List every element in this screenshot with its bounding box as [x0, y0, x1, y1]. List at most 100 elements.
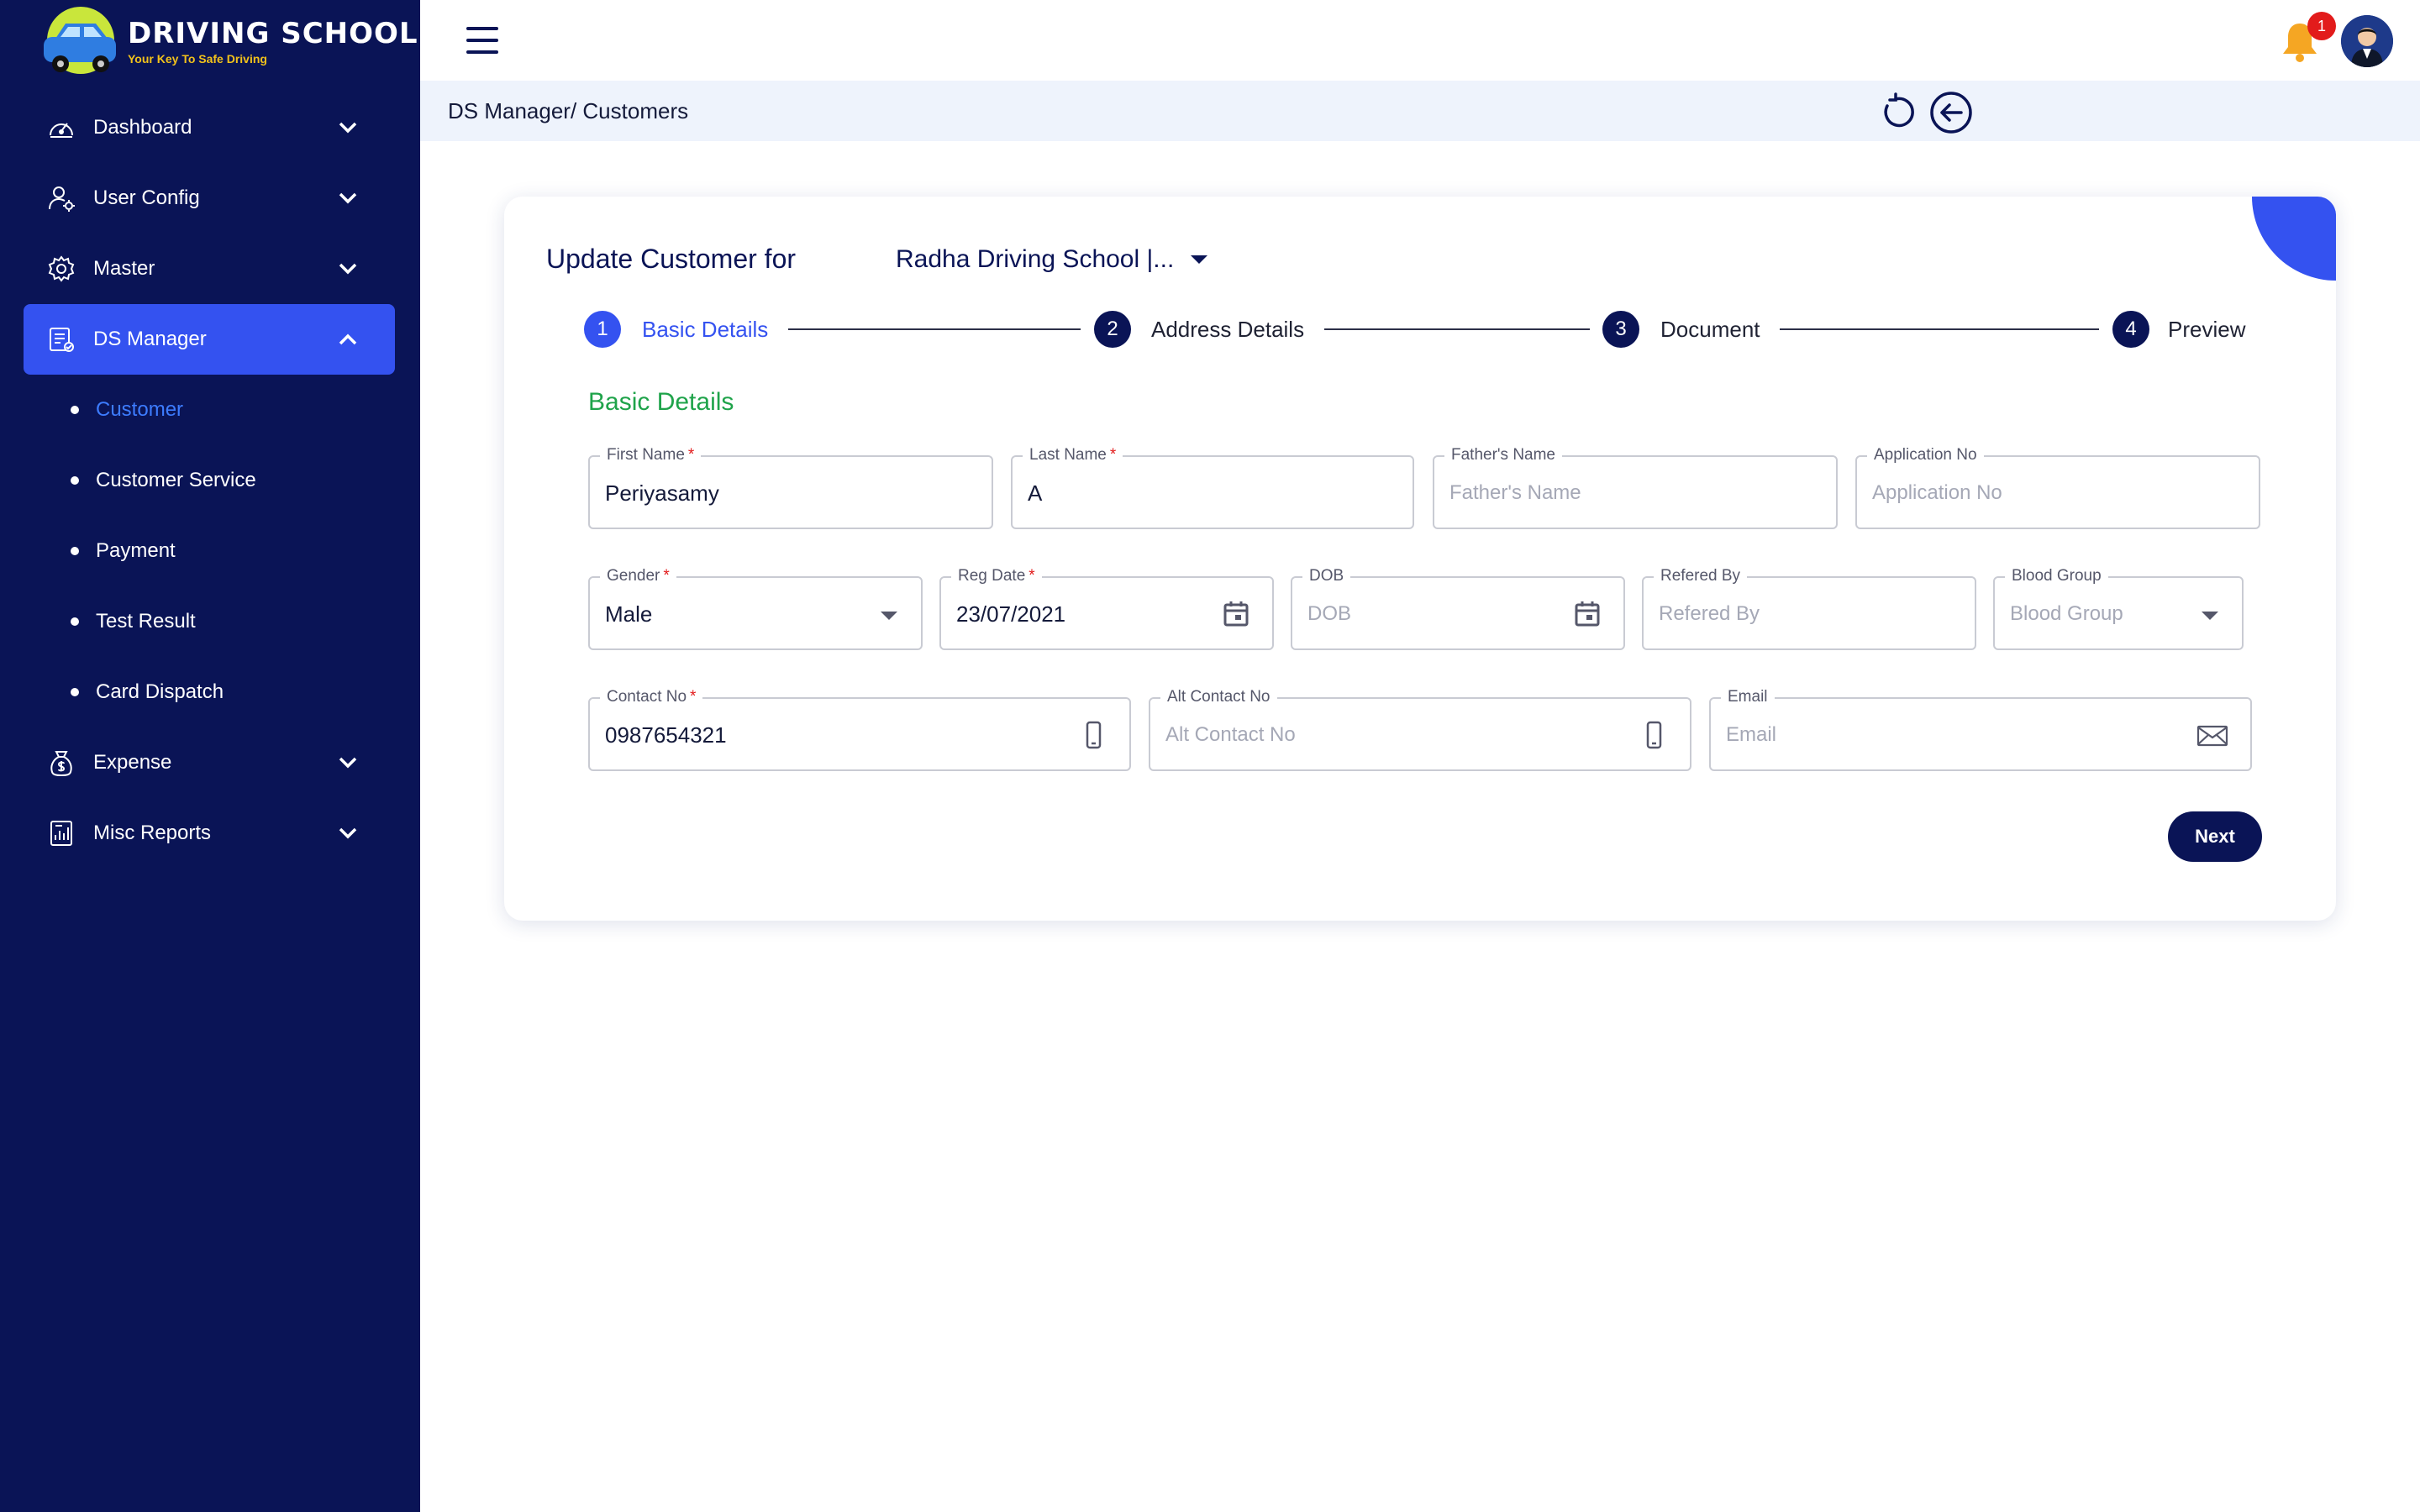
section-title: Basic Details: [588, 388, 734, 416]
email-input[interactable]: Email: [1726, 699, 1776, 771]
caret-down-icon: [2202, 612, 2218, 620]
refered-by-field[interactable]: Refered By Refered By: [1642, 566, 1976, 650]
step-2-label[interactable]: Address Details: [1151, 311, 1304, 348]
contact-no-field[interactable]: Contact No * 0987654321: [588, 687, 1131, 771]
calendar-icon[interactable]: [1222, 600, 1250, 628]
step-4-label[interactable]: Preview: [2168, 311, 2245, 348]
reg-date-field[interactable]: Reg Date * 23/07/2021: [939, 566, 1274, 650]
gear-icon: [48, 255, 75, 282]
back-arrow-icon[interactable]: [1929, 91, 1973, 134]
chevron-up-icon: [339, 333, 357, 345]
notification-badge: 1: [2307, 12, 2336, 40]
application-no-field[interactable]: Application No Application No: [1855, 445, 2260, 529]
last-name-input[interactable]: A: [1028, 457, 1042, 529]
first-name-input[interactable]: Periyasamy: [605, 457, 719, 529]
mobile-phone-icon: [1086, 721, 1102, 749]
next-button[interactable]: Next: [2168, 811, 2262, 862]
gender-select[interactable]: Gender * Male: [588, 566, 923, 650]
envelope-icon: [2196, 725, 2228, 747]
hamburger-menu-icon[interactable]: [466, 25, 499, 55]
step-4-number[interactable]: 4: [2112, 311, 2149, 348]
contact-no-input[interactable]: 0987654321: [605, 699, 727, 771]
sidebar-subitem-card-dispatch[interactable]: Card Dispatch: [71, 667, 224, 717]
dob-field[interactable]: DOB DOB: [1291, 566, 1625, 650]
step-3-label[interactable]: Document: [1660, 311, 1760, 348]
reg-date-input[interactable]: 23/07/2021: [956, 578, 1065, 650]
bullet-icon: [71, 547, 79, 555]
sidebar-item-label: User Config: [93, 186, 200, 209]
school-select[interactable]: Radha Driving School |...: [896, 245, 1208, 274]
car-logo-icon: [44, 7, 116, 74]
card-title: Update Customer for: [546, 244, 797, 274]
alt-contact-no-field[interactable]: Alt Contact No Alt Contact No: [1149, 687, 1691, 771]
alt-contact-no-input[interactable]: Alt Contact No: [1165, 699, 1296, 771]
user-avatar-icon: [2341, 15, 2393, 67]
chevron-down-icon: [339, 122, 357, 134]
sidebar-item-ds-manager[interactable]: DS Manager: [24, 304, 395, 375]
chevron-down-icon: [339, 192, 357, 204]
topbar: 1: [420, 0, 2420, 81]
update-customer-card: Update Customer for Radha Driving School…: [504, 197, 2336, 921]
avatar[interactable]: [2341, 15, 2393, 67]
breadcrumb-bar: DS Manager/ Customers: [420, 81, 2420, 141]
report-icon: [50, 821, 72, 846]
corner-decoration: [2252, 197, 2336, 281]
first-name-field[interactable]: First Name * Periyasamy: [588, 445, 993, 529]
step-connector: [1324, 328, 1590, 330]
step-connector: [1780, 328, 2099, 330]
application-no-input[interactable]: Application No: [1872, 457, 2002, 529]
chevron-down-icon: [339, 263, 357, 275]
user-settings-icon: [49, 186, 75, 212]
blood-group-value: Blood Group: [2010, 602, 2123, 625]
step-1-label[interactable]: Basic Details: [642, 311, 768, 348]
sidebar-subitem-label: Payment: [96, 539, 176, 562]
calendar-icon[interactable]: [1573, 600, 1602, 628]
bullet-icon: [71, 406, 79, 414]
document-list-icon: [50, 328, 74, 352]
sidebar-subitem-payment[interactable]: Payment: [71, 526, 176, 576]
chevron-down-icon: [339, 757, 357, 769]
school-select-value: Radha Driving School |...: [896, 245, 1175, 273]
sidebar-item-dashboard[interactable]: Dashboard: [24, 92, 395, 163]
sidebar-subitem-label: Customer Service: [96, 469, 256, 491]
email-field[interactable]: Email Email: [1709, 687, 2252, 771]
brand-logo[interactable]: DRIVING SCHOOL Your Key To Safe Driving: [40, 5, 418, 77]
gender-value: Male: [605, 601, 653, 627]
sidebar-item-label: DS Manager: [93, 328, 207, 350]
refresh-icon[interactable]: [1879, 92, 1919, 133]
sidebar-subitem-customer-service[interactable]: Customer Service: [71, 455, 256, 506]
sidebar-item-label: Expense: [93, 751, 172, 774]
breadcrumb: DS Manager/ Customers: [448, 98, 689, 123]
blood-group-select[interactable]: Blood Group Blood Group: [1993, 566, 2244, 650]
sidebar: DRIVING SCHOOL Your Key To Safe Driving …: [0, 0, 420, 1512]
caret-down-icon: [1191, 255, 1208, 264]
sidebar-subitem-customer[interactable]: Customer: [71, 385, 183, 435]
speedometer-icon: [50, 123, 73, 138]
fathers-name-input[interactable]: Father's Name: [1449, 457, 1581, 529]
refered-by-input[interactable]: Refered By: [1659, 578, 1760, 650]
step-3-number[interactable]: 3: [1602, 311, 1639, 348]
sidebar-item-master[interactable]: Master: [24, 234, 395, 304]
bullet-icon: [71, 476, 79, 485]
step-connector: [788, 328, 1081, 330]
dob-input[interactable]: DOB: [1307, 578, 1351, 650]
brand-title: DRIVING SCHOOL: [128, 17, 418, 50]
money-bag-icon: [50, 751, 72, 777]
mobile-phone-icon: [1646, 721, 1662, 749]
sidebar-subitem-label: Card Dispatch: [96, 680, 224, 703]
sidebar-item-label: Master: [93, 257, 155, 280]
step-1-number[interactable]: 1: [584, 311, 621, 348]
sidebar-item-misc-reports[interactable]: Misc Reports: [24, 798, 395, 869]
fathers-name-field[interactable]: Father's Name Father's Name: [1433, 445, 1838, 529]
bullet-icon: [71, 688, 79, 696]
sidebar-subitem-label: Customer: [96, 398, 184, 421]
bullet-icon: [71, 617, 79, 626]
sidebar-item-label: Misc Reports: [93, 822, 212, 844]
sidebar-item-user-config[interactable]: User Config: [24, 163, 395, 234]
sidebar-subitem-label: Test Result: [96, 610, 196, 633]
sidebar-subitem-test-result[interactable]: Test Result: [71, 596, 196, 647]
brand-tagline: Your Key To Safe Driving: [128, 52, 267, 66]
sidebar-item-expense[interactable]: Expense: [24, 727, 395, 798]
step-2-number[interactable]: 2: [1094, 311, 1131, 348]
last-name-field[interactable]: Last Name * A: [1011, 445, 1414, 529]
